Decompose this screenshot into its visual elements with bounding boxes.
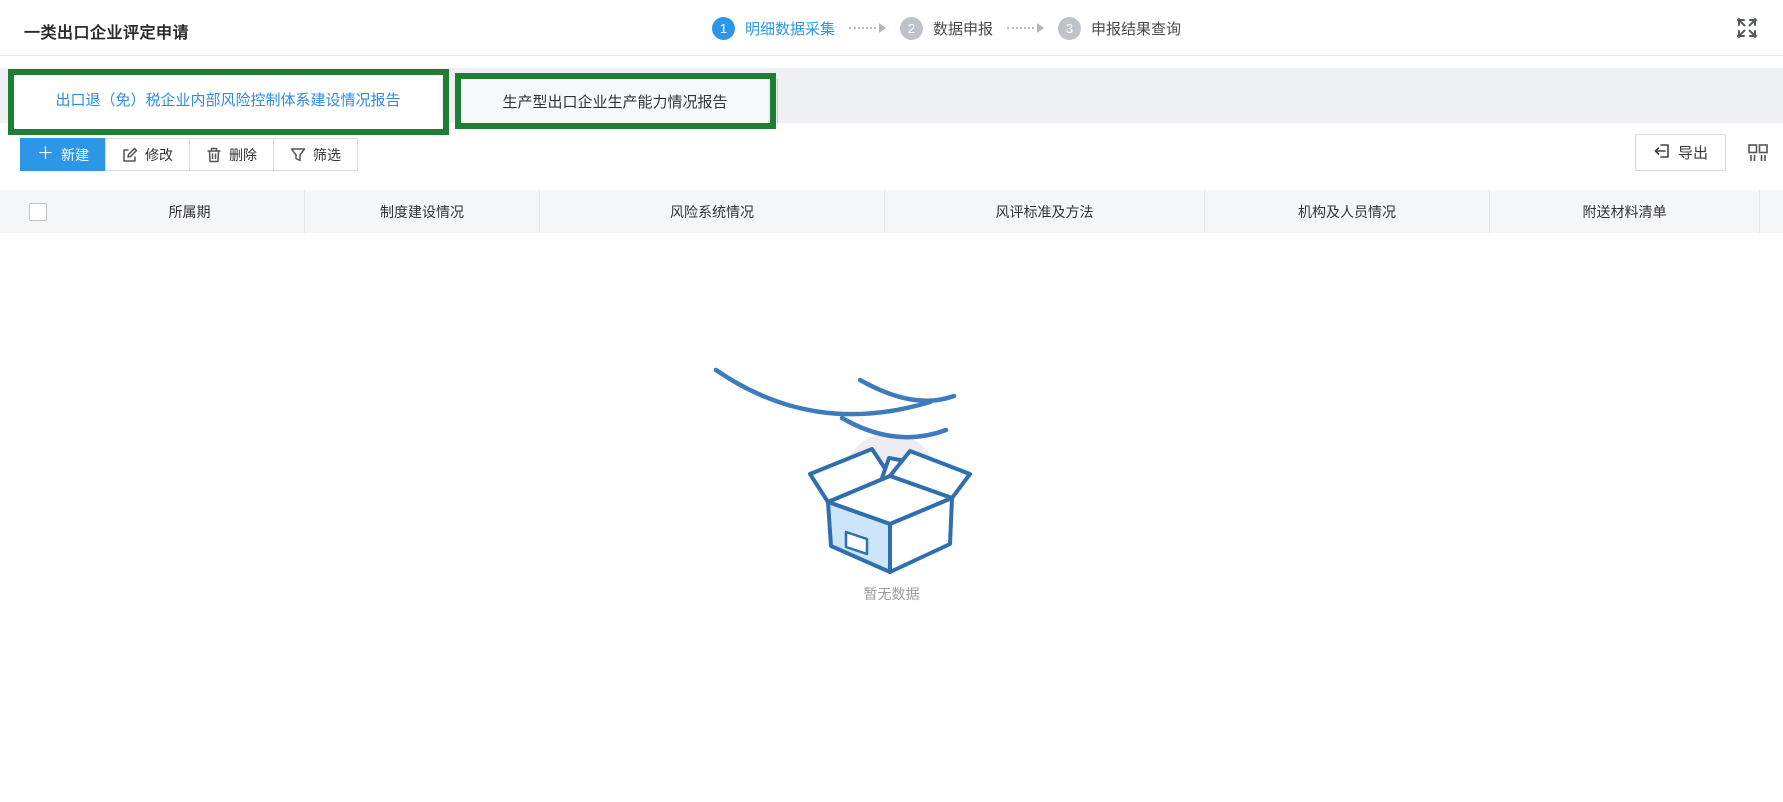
select-all-checkbox[interactable] [29,203,47,221]
export-button[interactable]: 导出 [1635,134,1726,171]
step-3-label: 申报结果查询 [1091,18,1181,39]
app-window: 一类出口企业评定申请 1 明细数据采集 2 数据申报 3 申报结果查询 [0,0,1783,802]
column-header-risk-system[interactable]: 风险系统情况 [540,190,885,233]
table-header-row: 所属期 制度建设情况 风险系统情况 风评标准及方法 机构及人员情况 附送材料清单 [0,190,1783,233]
page-title: 一类出口企业评定申请 [24,19,189,43]
table-header-checkbox-cell [0,190,75,233]
export-icon [1653,142,1671,164]
column-header-period[interactable]: 所属期 [75,190,305,233]
new-button[interactable]: ＋ 新建 [20,138,106,171]
delete-button-label: 删除 [229,145,257,165]
column-header-org-personnel[interactable]: 机构及人员情况 [1205,190,1490,233]
funnel-icon [290,147,306,163]
toolbar-right-group: 导出 [1635,134,1783,171]
export-button-label: 导出 [1678,142,1708,163]
trash-icon [206,147,222,163]
toolbar-left-group: ＋ 新建 修改 删除 [20,138,358,171]
column-settings-icon[interactable] [1745,140,1771,166]
filter-button-label: 筛选 [313,145,341,165]
empty-box-illustration [700,352,1080,587]
step-1-number: 1 [712,17,735,40]
step-1-label: 明细数据采集 [745,18,835,39]
step-2-number: 2 [900,17,923,40]
edit-button[interactable]: 修改 [105,138,190,171]
step-connector-icon [849,23,886,33]
tab-divider [777,79,778,123]
column-header-attached-materials[interactable]: 附送材料清单 [1490,190,1760,233]
step-1-detail-collection[interactable]: 1 明细数据采集 [712,17,835,40]
step-2-data-declaration[interactable]: 2 数据申报 [900,17,993,40]
table-header-filler [1760,190,1783,233]
new-button-label: 新建 [61,145,89,165]
step-3-number: 3 [1058,17,1081,40]
toolbar: ＋ 新建 修改 删除 [0,138,1783,172]
plus-icon: ＋ [37,145,54,162]
step-3-result-query[interactable]: 3 申报结果查询 [1058,17,1181,40]
column-header-system-construction[interactable]: 制度建设情况 [305,190,540,233]
empty-state-text: 暂无数据 [0,584,1783,604]
edit-button-label: 修改 [145,145,173,165]
filter-button[interactable]: 筛选 [273,138,358,171]
step-connector-icon [1007,23,1044,33]
tab-production-capacity-report[interactable]: 生产型出口企业生产能力情况报告 [462,79,768,123]
stepper: 1 明细数据采集 2 数据申报 3 申报结果查询 [712,0,1181,56]
top-header: 一类出口企业评定申请 1 明细数据采集 2 数据申报 3 申报结果查询 [0,0,1783,56]
step-2-label: 数据申报 [933,18,993,39]
column-header-risk-standards[interactable]: 风评标准及方法 [885,190,1205,233]
delete-button[interactable]: 删除 [189,138,274,171]
edit-icon [122,147,138,163]
tab-risk-control-report[interactable]: 出口退（免）税企业内部风险控制体系建设情况报告 [14,75,442,123]
fullscreen-icon[interactable] [1733,14,1761,42]
